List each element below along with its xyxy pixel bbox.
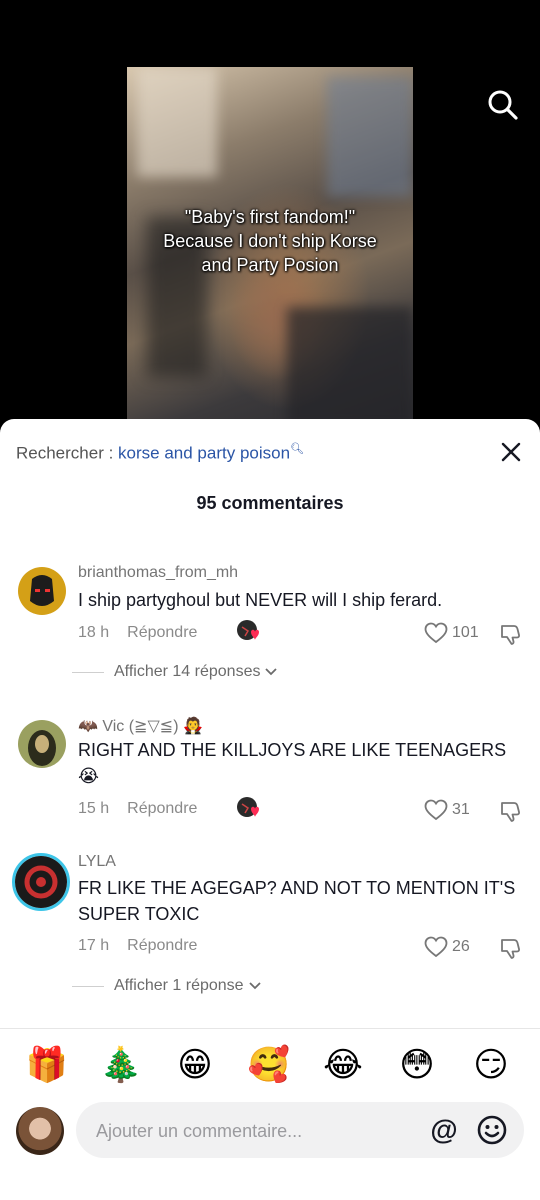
dislike-icon[interactable] [499,799,523,823]
comment-time: 15 h [78,800,110,817]
search-query-link[interactable]: korse and party poison [118,444,290,463]
comment-meta: 17 h Répondre [78,937,197,955]
heart-outline-icon [424,936,448,958]
like-count: 26 [452,938,470,955]
video-caption: "Baby's first fandom!" Because I don't s… [163,207,377,275]
video-blur-area [327,77,413,197]
view-replies-button[interactable]: Afficher 1 réponse [72,977,262,995]
creator-liked-icon [236,619,262,645]
reply-button[interactable]: Répondre [127,800,197,817]
replies-divider [72,671,104,673]
comment-time: 18 h [78,624,110,641]
like-count: 101 [452,624,479,641]
dislike-icon[interactable] [499,936,523,960]
mention-icon[interactable]: @ [428,1114,460,1146]
avatar[interactable] [18,567,66,615]
like-button[interactable]: 101 [424,622,479,644]
dislike-icon[interactable] [499,622,523,646]
search-label: Rechercher : [16,443,119,463]
chevron-down-icon [248,982,261,990]
comment-text: FR LIKE THE AGEGAP? AND NOT TO MENTION I… [78,878,516,924]
search-suggestion[interactable]: Rechercher : korse and party poison🔍︎ [16,442,304,464]
view-replies-label: Afficher 1 réponse [114,977,244,994]
heart-outline-icon [424,622,448,644]
emoji-quick-bar: 🎁 🎄 😁 🥰 😂 😳 😏 [0,1042,540,1088]
comment-meta: 15 h Répondre [78,800,197,818]
like-count: 31 [452,801,470,818]
comment-text: I ship partyghoul but NEVER will I ship … [78,590,443,610]
chevron-down-icon [265,668,278,676]
emoji-hearts-button[interactable]: 🥰 [246,1042,292,1088]
avatar[interactable] [12,853,70,911]
emoji-joy-button[interactable]: 😂 [320,1042,366,1088]
emoji-tree-button[interactable]: 🎄 [98,1042,144,1088]
comment-input[interactable] [94,1102,418,1160]
comment-username[interactable]: LYLA [78,853,116,871]
heart-outline-icon [424,799,448,821]
creator-liked-icon [236,796,262,822]
view-replies-button[interactable]: Afficher 14 réponses [72,663,278,681]
like-button[interactable]: 26 [424,936,470,958]
like-button[interactable]: 31 [424,799,470,821]
emoji-grin-button[interactable]: 😁 [172,1042,218,1088]
emoji-picker-icon[interactable] [476,1114,508,1146]
composer-divider [0,1028,540,1029]
emoji-flushed-button[interactable]: 😳 [394,1042,440,1088]
video-blur-area [137,67,217,177]
search-icon[interactable] [486,88,520,122]
comment-time: 17 h [78,937,110,954]
reply-button[interactable]: Répondre [127,624,197,641]
video-blur-area [287,307,413,427]
comment-meta: 18 h Répondre [78,624,197,642]
comment-text: RIGHT AND THE KILLJOYS ARE LIKE TEENAGER… [78,740,507,786]
avatar[interactable] [18,720,66,768]
reply-button[interactable]: Répondre [127,937,197,954]
current-user-avatar [16,1107,64,1155]
comments-count: 95 commentaires [196,493,344,513]
emoji-gift-button[interactable]: 🎁 [24,1042,70,1088]
search-small-icon: 🔍︎ [290,443,305,455]
replies-divider [72,985,104,987]
comment-username[interactable]: brianthomas_from_mh [78,564,238,582]
comment-composer[interactable]: @ [76,1102,524,1160]
comment-username[interactable]: 🦇 Vic (≧▽≦) 🧛 [78,716,203,736]
view-replies-label: Afficher 14 réponses [114,663,261,680]
emoji-smirk-button[interactable]: 😏 [468,1042,514,1088]
close-icon[interactable] [498,439,524,465]
